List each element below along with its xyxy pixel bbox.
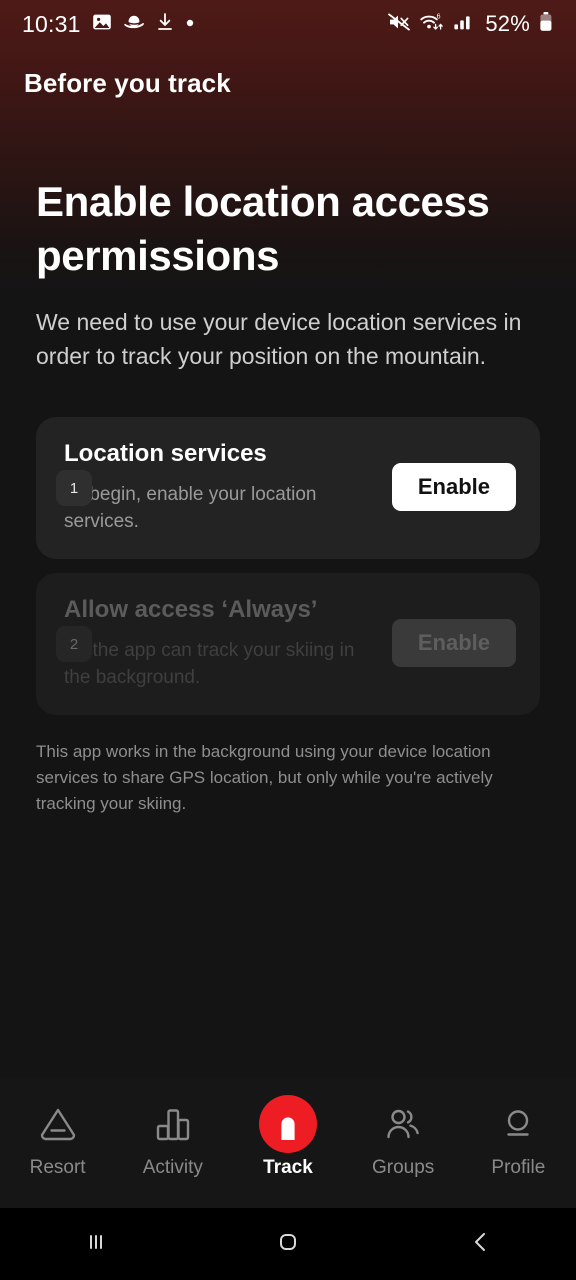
recents-icon [79,1225,113,1264]
people-icon [379,1095,427,1153]
step-title-location-services: Location services [64,440,267,467]
download-icon [156,12,174,37]
battery-percent: 52% [485,11,530,36]
step-text-block: Allow access ‘Always’ So the app can tra… [64,595,376,691]
tab-label-activity: Activity [142,1157,203,1178]
android-navigation-bar [0,1208,576,1280]
step-description-allow-always: So the app can track your skiing in the … [64,640,355,688]
cellular-signal-icon [453,12,475,37]
tab-activity[interactable]: Activity [119,1083,227,1203]
battery-icon [538,11,554,38]
wifi-icon: 6 [419,12,445,37]
screen-header-title: Before you track [24,67,231,98]
status-bar-left: 10:31 [22,11,195,38]
tab-groups[interactable]: Groups [349,1083,457,1203]
bottom-tab-bar: Resort Activity Track Groups Profile [0,1078,576,1208]
dot-icon [185,15,195,33]
bar-chart-icon [149,1095,197,1153]
status-bar: 10:31 6 52% [0,0,576,48]
location-services-card[interactable]: Location services To begin, enable your … [36,417,540,559]
back-icon [463,1225,497,1264]
tab-label-profile: Profile [491,1157,546,1178]
mountain-icon [34,1095,82,1153]
tab-resort[interactable]: Resort [4,1083,112,1203]
person-icon [494,1095,542,1153]
step-title-allow-always: Allow access ‘Always’ [64,596,318,623]
home-icon [271,1225,305,1264]
permission-steps-list: 1 Location services To begin, enable you… [36,417,540,715]
photo-icon [92,12,112,37]
step-description-location-services: To begin, enable your location services. [64,484,317,532]
recents-button[interactable] [36,1208,156,1280]
step-text-block: Location services To begin, enable your … [64,439,376,535]
tab-label-groups: Groups [372,1157,435,1178]
page-title: Enable location access permissions [36,178,490,279]
tab-track[interactable]: Track [234,1083,342,1203]
svg-text:6: 6 [437,13,441,20]
screen-header: Before you track [0,58,576,108]
app-screen: 10:31 6 52% Before you track Enable loca… [0,0,576,1280]
saturn-icon [123,12,145,37]
mute-icon [387,12,411,37]
tab-label-resort: Resort [29,1157,86,1178]
allow-always-card: Allow access ‘Always’ So the app can tra… [36,573,540,715]
main-content: Enable location access permissions We ne… [0,150,576,817]
step-badge-2: 2 [56,626,92,662]
back-button[interactable] [420,1208,540,1280]
status-bar-right: 6 52% [387,11,554,38]
background-usage-disclaimer: This app works in the background using y… [36,742,493,813]
track-icon [258,1095,317,1153]
home-button[interactable] [228,1208,348,1280]
permission-step-row: 2 Allow access ‘Always’ So the app can t… [36,573,540,715]
status-time: 10:31 [22,10,81,37]
enable-allow-always-button: Enable [391,619,516,667]
tab-label-track: Track [263,1157,313,1178]
track-circle [258,1095,317,1153]
enable-location-services-button[interactable]: Enable [391,463,516,511]
page-subtitle: We need to use your device location serv… [36,309,522,369]
permission-step-row: 1 Location services To begin, enable you… [36,417,540,559]
step-badge-1: 1 [56,470,92,506]
tab-profile[interactable]: Profile [464,1083,572,1203]
